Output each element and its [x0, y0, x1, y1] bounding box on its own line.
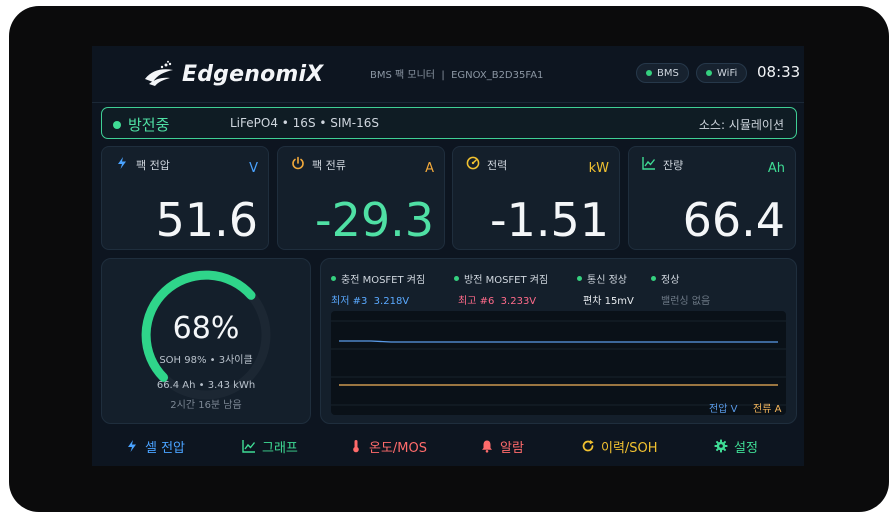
nav-cell-voltage[interactable]: 셀 전압	[125, 434, 185, 458]
nav-label: 이력/SOH	[601, 440, 658, 456]
bolt-icon	[118, 157, 126, 169]
data-source: 소스: 시뮬레이션	[698, 118, 784, 132]
card-power: 전력 kW -1.51	[452, 146, 620, 250]
chart-icon	[242, 440, 256, 453]
card-pack-voltage: 팩 전압 V 51.6	[101, 146, 269, 250]
thermometer-icon	[353, 440, 359, 453]
nav-graph[interactable]: 그래프	[242, 434, 298, 458]
nav-alarm[interactable]: 알람	[480, 434, 524, 458]
bms-pill-label: BMS	[657, 67, 679, 79]
card-label: 팩 전압	[136, 159, 170, 172]
cell-info-panel: 충전 MOSFET 켜짐 방전 MOSFET 켜짐 통신 정상 정상 최저 #3…	[320, 258, 797, 424]
state-dot	[113, 120, 121, 129]
card-value: -1.51	[489, 193, 609, 247]
soc-gauge-panel: 68% SOH 98% • 3사이클 66.4 Ah • 3.43 kWh 2시…	[101, 258, 311, 424]
nav-history-soh[interactable]: 이력/SOH	[581, 434, 658, 458]
flag-label: 방전 MOSFET 켜짐	[464, 275, 549, 286]
nav-label: 온도/MOS	[369, 440, 428, 456]
clock: 08:33	[757, 63, 801, 81]
cell-delta: 편차 15mV	[583, 296, 634, 307]
card-value: 51.6	[155, 193, 258, 247]
flag-dot	[651, 276, 656, 281]
min-cell-voltage: 최저 #3 3.218V	[331, 296, 410, 307]
gear-icon	[714, 439, 728, 453]
bms-status-dot	[646, 70, 652, 76]
nav-temperature-mos[interactable]: 온도/MOS	[349, 434, 427, 458]
brand-name: EdgenomiX	[182, 61, 324, 87]
pack-info: LiFePO4 • 16S • SIM-16S	[230, 116, 379, 130]
pack-state: 방전중	[113, 114, 169, 135]
flag-comm-ok: 통신 정상	[577, 271, 627, 286]
nav-settings[interactable]: 설정	[714, 434, 758, 458]
bms-screen: EdgenomiX BMS 팩 모니터 | EGNOX_B2D35FA1 BMS…	[92, 46, 804, 466]
card-unit: Ah	[767, 161, 785, 176]
bms-status-pill[interactable]: BMS	[636, 63, 689, 83]
bolt-icon	[128, 440, 136, 452]
bell-icon	[482, 440, 492, 453]
logo-mark-icon	[145, 60, 173, 86]
flag-normal: 정상	[651, 271, 679, 286]
chart-icon	[642, 157, 656, 170]
wifi-pill-label: WiFi	[717, 67, 738, 79]
flag-dot	[577, 276, 582, 281]
card-value: 66.4	[682, 193, 785, 247]
voltage-series-line	[339, 340, 778, 343]
max-cell-voltage: 최고 #6 3.233V	[458, 296, 537, 307]
flag-dot	[331, 276, 336, 281]
soc-percent: 68%	[172, 311, 240, 346]
legend-current: 전류 A	[753, 404, 782, 415]
flag-charge-mosfet: 충전 MOSFET 켜짐	[331, 271, 425, 286]
time-remaining: 2시간 16분 남음	[170, 400, 242, 411]
pack-state-label: 방전중	[128, 116, 170, 134]
legend-voltage: 전압 V	[709, 404, 738, 415]
card-value: -29.3	[314, 193, 434, 247]
flag-label: 통신 정상	[587, 275, 627, 286]
capacity-info: 66.4 Ah • 3.43 kWh	[156, 380, 256, 391]
card-label: 잔량	[663, 159, 684, 172]
header-divider	[92, 102, 804, 103]
card-unit: A	[425, 161, 434, 176]
balance-status: 밸런싱 없음	[661, 296, 711, 307]
flag-label: 충전 MOSFET 켜짐	[341, 275, 426, 286]
power-icon	[292, 156, 304, 170]
card-unit: V	[249, 161, 258, 176]
history-icon	[582, 440, 594, 452]
wifi-status-pill[interactable]: WiFi	[696, 63, 748, 83]
device-subtitle: BMS 팩 모니터 | EGNOX_B2D35FA1	[370, 70, 544, 81]
card-label: 팩 전류	[312, 159, 346, 172]
flag-dot	[454, 276, 459, 281]
card-remaining-capacity: 잔량 Ah 66.4	[628, 146, 796, 250]
card-label: 전력	[487, 159, 508, 172]
nav-label: 셀 전압	[145, 440, 186, 456]
card-unit: kW	[588, 161, 609, 176]
nav-label: 그래프	[262, 440, 298, 456]
card-pack-current: 팩 전류 A -29.3	[277, 146, 445, 250]
flag-discharge-mosfet: 방전 MOSFET 켜짐	[454, 271, 548, 286]
gauge-icon	[466, 156, 480, 170]
nav-label: 설정	[734, 440, 758, 456]
status-bar: 방전중 LiFePO4 • 16S • SIM-16S 소스: 시뮬레이션	[101, 107, 797, 139]
wifi-status-dot	[706, 70, 712, 76]
nav-label: 알람	[500, 440, 524, 456]
soh-info: SOH 98% • 3사이클	[159, 355, 253, 366]
brand-logo: EdgenomiX	[142, 58, 323, 90]
flag-label: 정상	[661, 275, 680, 286]
